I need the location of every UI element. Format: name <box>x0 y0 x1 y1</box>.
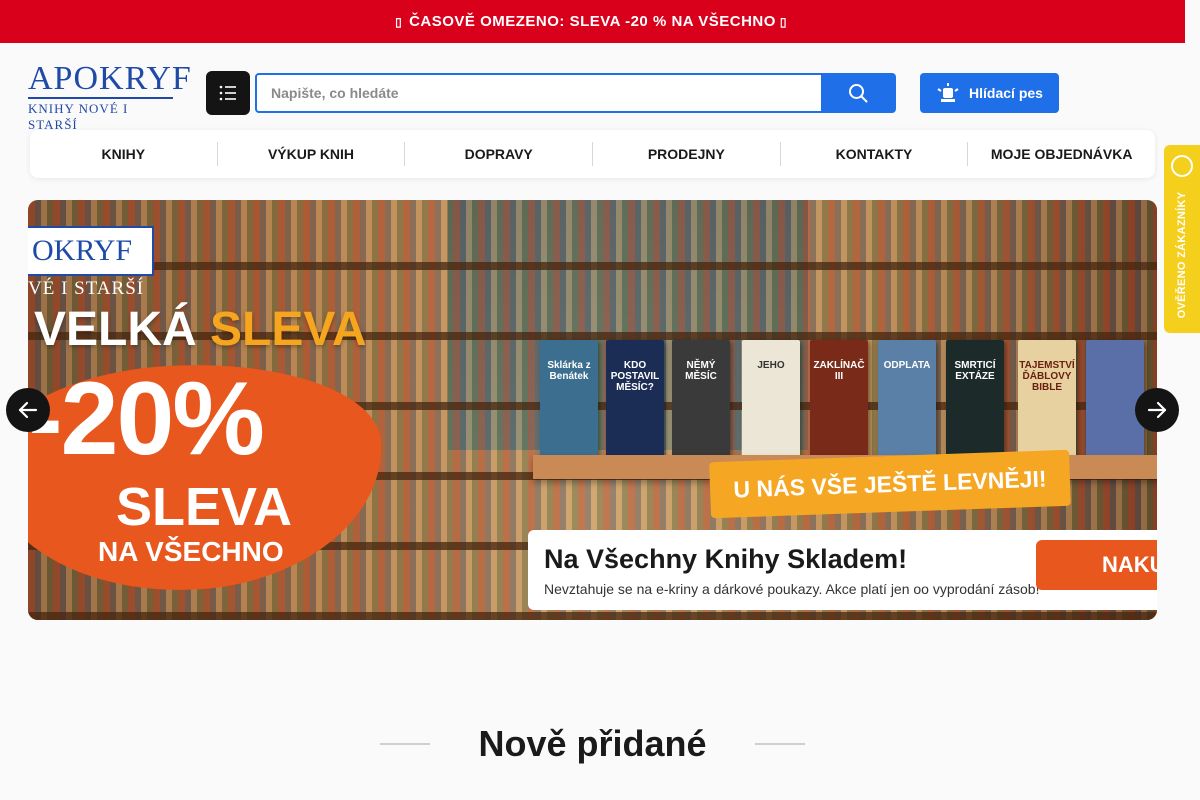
verified-badge-text: OVĚŘENO ZÁKAZNÍKY <box>1176 191 1188 319</box>
divider <box>380 743 430 745</box>
nav-item-vykup-knih[interactable]: VÝKUP KNIH <box>218 142 406 166</box>
logo-subtitle: KNIHY NOVÉ I STARŠÍ <box>28 101 129 132</box>
banner-book: KDO POSTAVIL MĚSÍC? <box>606 340 664 460</box>
nav-item-dopravy[interactable]: DOPRAVY <box>405 142 594 166</box>
site-logo[interactable]: APOKRYF KNIHY NOVÉ I STARŠÍ <box>28 60 192 132</box>
nav-item-moje-objednavka[interactable]: MOJE OBJEDNÁVKA <box>968 142 1155 166</box>
main-navigation: KNIHY VÝKUP KNIH DOPRAVY PRODEJNY KONTAK… <box>30 130 1155 178</box>
fire-icon: ▯ <box>395 14 403 29</box>
banner-book: TAJEMSTVÍ ĎÁBLOVY BIBLE <box>1018 340 1076 460</box>
siren-icon <box>937 83 959 102</box>
banner-book: ZAKLÍNAČ III <box>810 340 868 460</box>
banner-headline-white: VELKÁ <box>34 303 197 356</box>
nav-item-prodejny[interactable]: PRODEJNY <box>593 142 781 166</box>
divider <box>755 743 805 745</box>
banner-logo-subtitle: VÉ I STARŠÍ <box>28 278 145 299</box>
section-heading: Nově přidané <box>380 722 805 766</box>
watchdog-button[interactable]: Hlídací pes <box>920 73 1059 113</box>
banner-book: NĚMÝ MĚSÍC <box>672 340 730 460</box>
banner-headline: VELKÁ SLEVA <box>34 302 367 357</box>
nav-item-kontakty[interactable]: KONTAKTY <box>781 142 969 166</box>
carousel-next-button[interactable] <box>1135 388 1179 432</box>
banner-cta-button[interactable]: NAKUP <box>1036 540 1157 590</box>
banner-book <box>1086 340 1144 460</box>
fire-icon: ▯ <box>779 14 788 29</box>
banner-discount: -20% <box>28 361 265 477</box>
banner-cta-note: Nevztahuje se na e-kriny a dárkové pouka… <box>544 581 1040 597</box>
search-icon <box>848 84 867 103</box>
verified-customers-badge[interactable]: OVĚŘENO ZÁKAZNÍKY <box>1164 145 1200 333</box>
banner-book: SMRTICÍ EXTÁZE <box>946 340 1004 460</box>
announcement-text: ČASOVĚ OMEZENO: SLEVA -20 % NA VŠECHNO <box>409 13 776 30</box>
carousel-prev-button[interactable] <box>6 388 50 432</box>
search-input[interactable] <box>257 75 821 111</box>
promo-banner[interactable]: OKRYF VÉ I STARŠÍ VELKÁ SLEVA -20% SLEVA… <box>28 200 1157 620</box>
watchdog-label: Hlídací pes <box>969 85 1043 101</box>
list-icon <box>219 85 236 101</box>
banner-book: ODPLATA <box>878 340 936 460</box>
banner-na-vsechno: NA VŠECHNO <box>98 536 284 567</box>
seal-icon <box>1171 155 1193 177</box>
arrow-left-icon <box>18 401 38 419</box>
banner-sleva: SLEVA <box>116 477 293 537</box>
announcement-bar: ▯ ČASOVĚ OMEZENO: SLEVA -20 % NA VŠECHNO… <box>0 0 1185 43</box>
search-bar <box>255 73 896 113</box>
logo-title: APOKRYF <box>28 60 192 99</box>
banner-book: JEHO <box>742 340 800 460</box>
category-menu-button[interactable] <box>206 71 250 115</box>
search-button[interactable] <box>821 75 894 111</box>
banner-cta-main: Na Všechny Knihy Skladem! <box>544 544 908 574</box>
banner-headline-yellow: SLEVA <box>210 303 367 356</box>
nav-item-knihy[interactable]: KNIHY <box>30 142 218 166</box>
banner-book: Sklárka z Benátek <box>540 340 598 460</box>
section-title: Nově přidané <box>478 723 707 764</box>
arrow-right-icon <box>1147 401 1167 419</box>
banner-logo: OKRYF <box>28 226 154 276</box>
